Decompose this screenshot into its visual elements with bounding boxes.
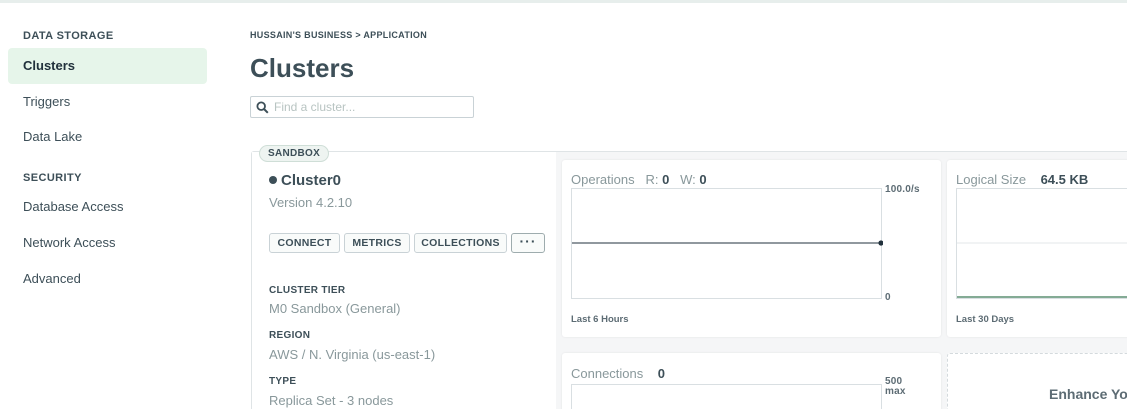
operations-w-label: W:	[680, 172, 696, 187]
sidebar-item-clusters[interactable]: Clusters	[8, 48, 207, 84]
logical-size-title-text: Logical Size	[956, 172, 1027, 187]
search-icon	[256, 101, 269, 114]
operations-chart	[571, 188, 883, 299]
region-label: REGION	[269, 330, 311, 341]
connections-title-text: Connections	[571, 366, 644, 381]
sidebar-section-data-storage: DATA STORAGE	[23, 30, 114, 42]
cluster-name[interactable]: Cluster0	[269, 172, 341, 189]
metrics-button[interactable]: METRICS	[344, 233, 410, 253]
enhance-text: Enhance Yo	[1049, 386, 1127, 402]
search-input[interactable]	[274, 99, 470, 115]
connections-value: 0	[657, 366, 665, 381]
type-label: TYPE	[269, 376, 297, 387]
operations-title: Operations R: 0 W: 0	[571, 172, 707, 187]
cluster-name-text: Cluster0	[281, 172, 342, 189]
operations-max-label: 100.0/s	[885, 184, 920, 195]
logical-size-value: 64.5 KB	[1040, 172, 1089, 187]
sidebar-section-security: SECURITY	[23, 172, 82, 184]
search-box	[250, 96, 474, 118]
type-value: Replica Set - 3 nodes	[269, 393, 394, 408]
operations-last-point	[878, 240, 883, 246]
cluster-tier-value: M0 Sandbox (General)	[269, 301, 401, 316]
connections-title: Connections 0	[571, 366, 665, 381]
cluster-info-panel	[252, 152, 555, 409]
operations-r-value: 0	[662, 172, 670, 187]
sandbox-badge: SANDBOX	[259, 145, 330, 162]
logical-size-title: Logical Size 64.5 KB	[956, 172, 1088, 187]
sidebar-item-network-access[interactable]: Network Access	[8, 225, 207, 261]
sidebar: DATA STORAGE Clusters Triggers Data Lake…	[0, 3, 220, 409]
collections-button[interactable]: COLLECTIONS	[414, 233, 507, 253]
page-title: Clusters	[250, 53, 355, 83]
breadcrumb[interactable]: HUSSAIN'S BUSINESS > APPLICATION	[250, 30, 427, 40]
operations-r-label: R:	[645, 172, 659, 187]
connections-max-unit: max	[885, 386, 906, 397]
operations-min-label: 0	[885, 292, 891, 303]
connections-chart-frame	[571, 384, 882, 409]
cluster-version: Version 4.2.10	[269, 195, 353, 210]
sidebar-item-advanced[interactable]: Advanced	[8, 261, 207, 297]
region-value: AWS / N. Virginia (us-east-1)	[269, 347, 436, 362]
sidebar-item-database-access[interactable]: Database Access	[8, 189, 207, 225]
logical-size-chart	[956, 188, 1127, 299]
status-dot-icon	[269, 176, 277, 184]
connections-chart	[571, 384, 882, 409]
logical-size-footer: Last 30 Days	[956, 314, 1015, 325]
sidebar-item-data-lake[interactable]: Data Lake	[8, 119, 207, 155]
more-options-button[interactable]: ···	[511, 233, 545, 253]
operations-footer: Last 6 Hours	[571, 314, 629, 325]
connect-button[interactable]: CONNECT	[269, 233, 340, 253]
operations-title-text: Operations	[571, 172, 635, 187]
cluster-tier-label: CLUSTER TIER	[269, 285, 346, 296]
sidebar-item-triggers[interactable]: Triggers	[8, 84, 207, 120]
operations-w-value: 0	[699, 172, 707, 187]
